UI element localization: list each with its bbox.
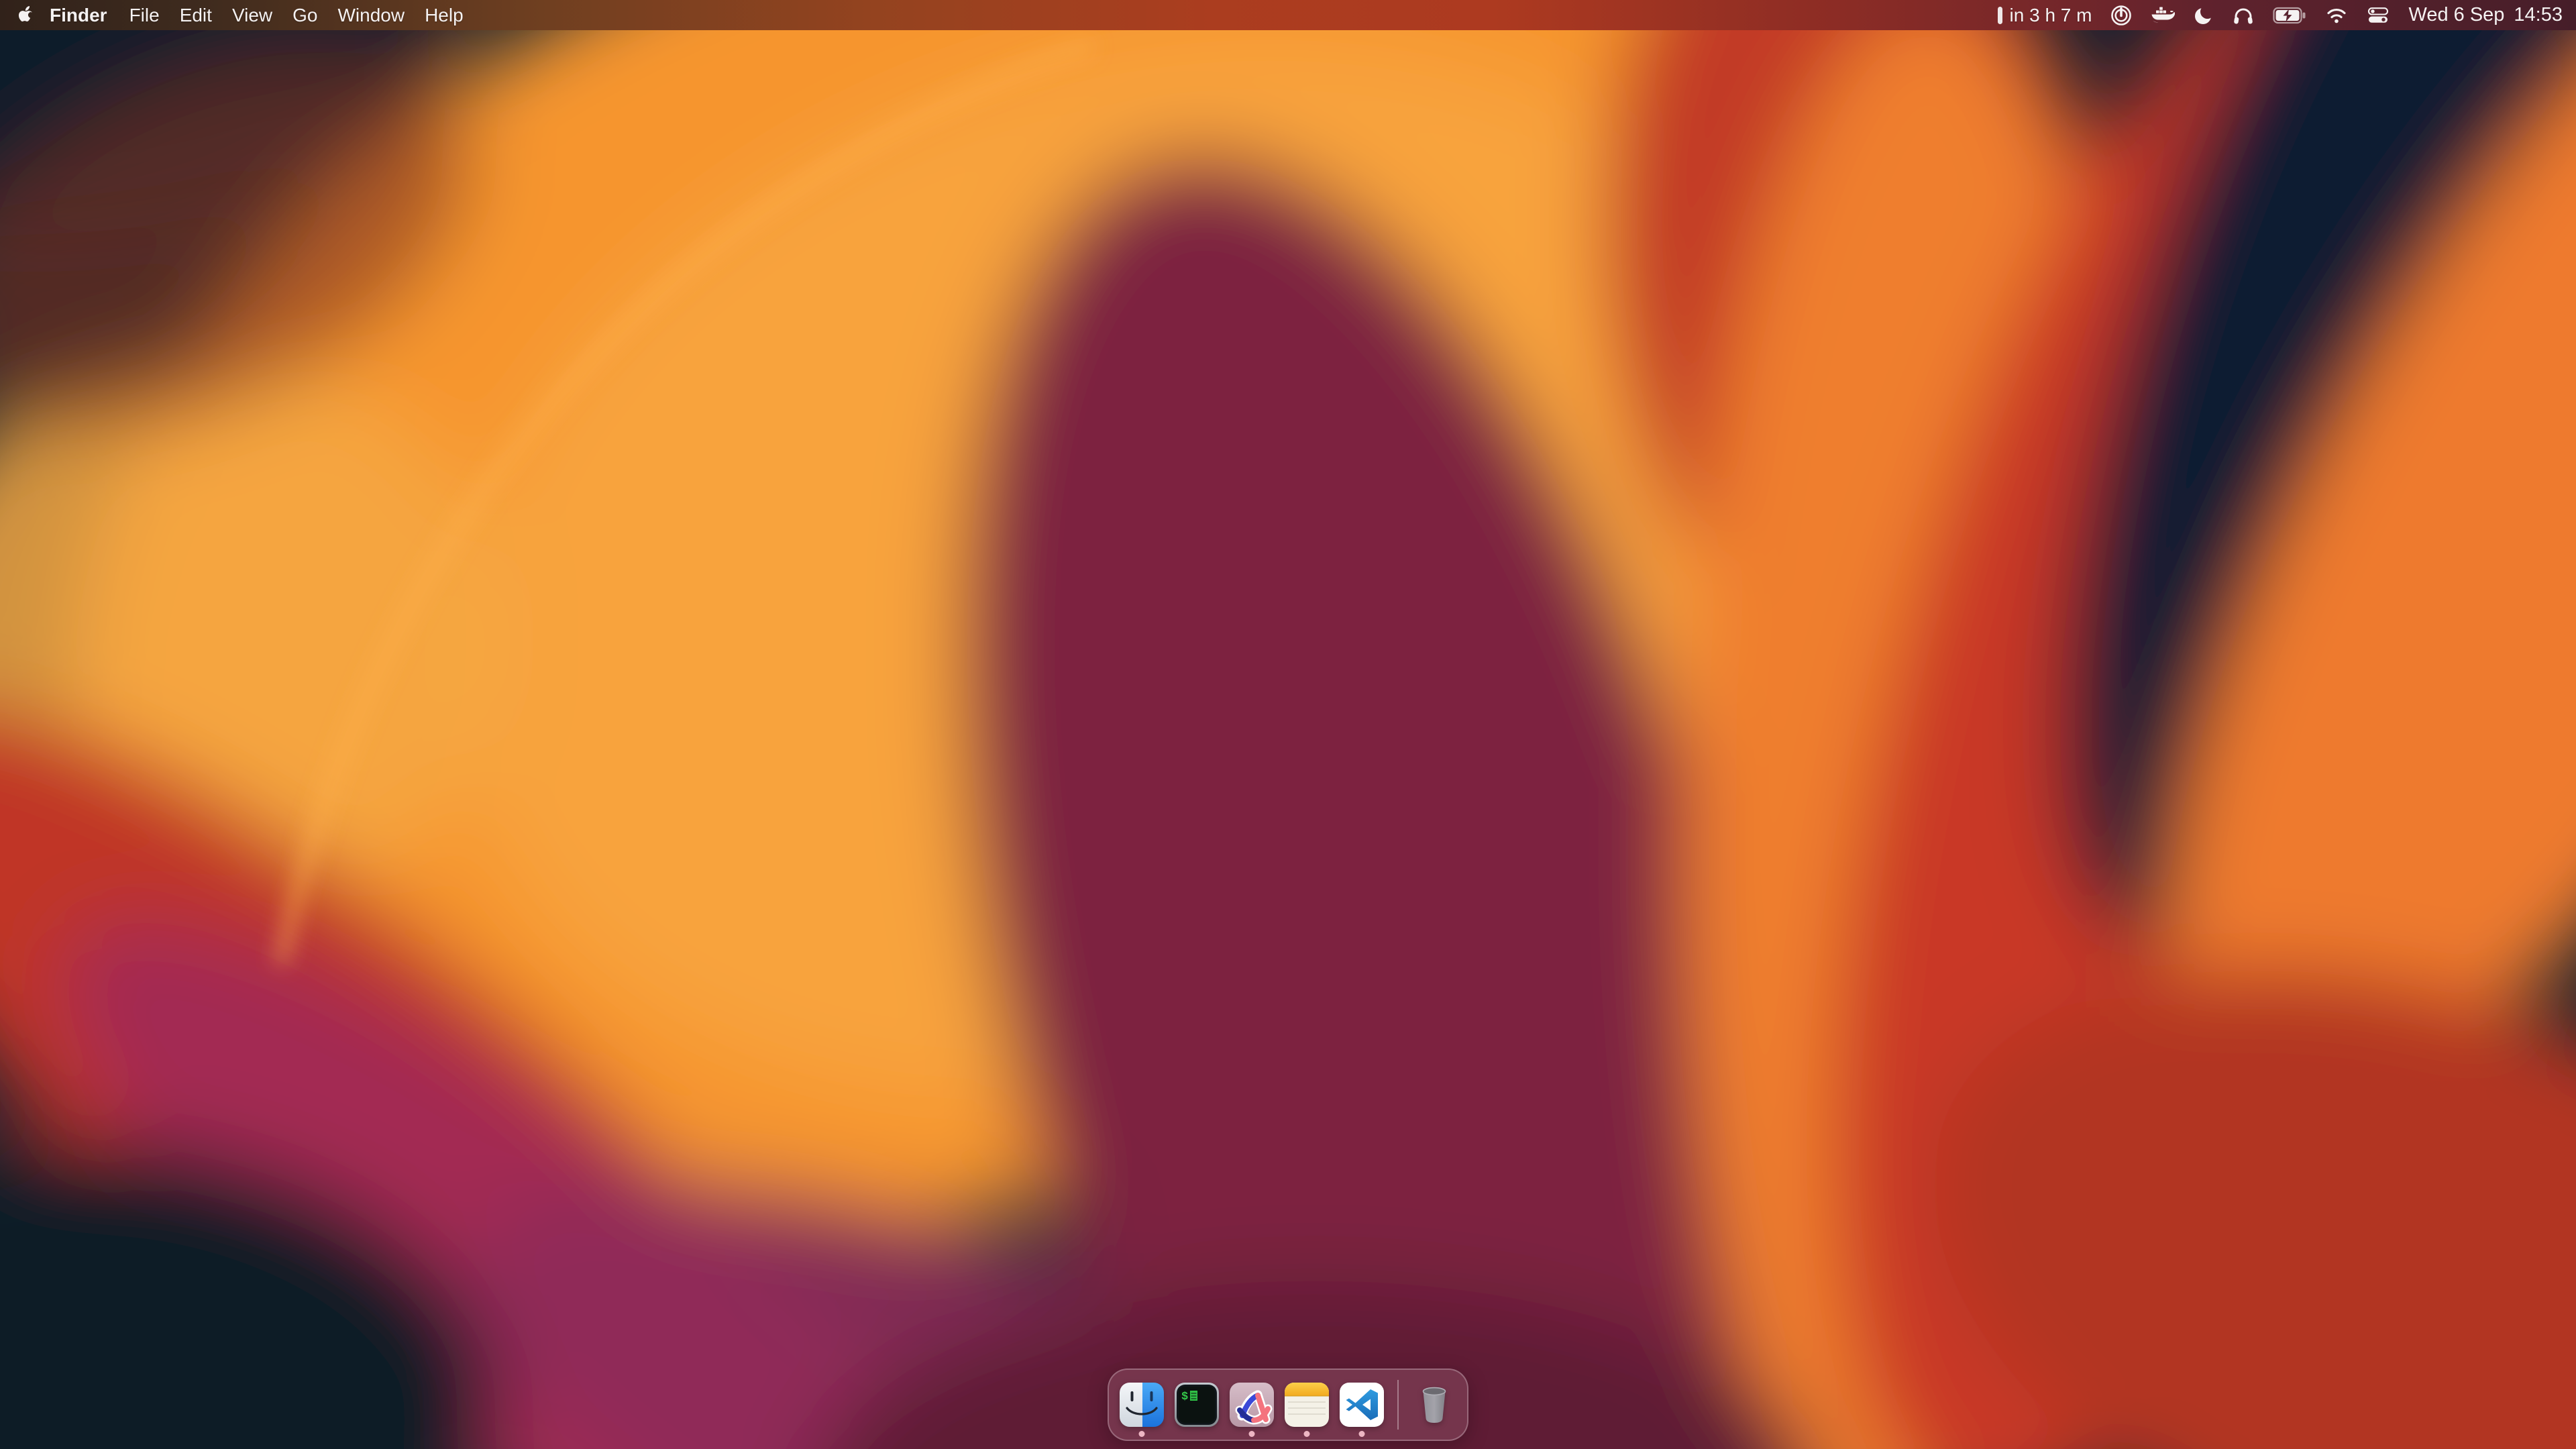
svg-text:$: $ (1181, 1391, 1188, 1403)
notes-icon (1285, 1383, 1329, 1427)
status-sound-output[interactable] (2233, 5, 2254, 25)
menu-view[interactable]: View (222, 0, 282, 30)
desktop: Finder File Edit View Go Window Help in … (0, 0, 2576, 1449)
running-indicator (1359, 1431, 1365, 1437)
wifi-icon (2325, 7, 2348, 24)
status-wifi[interactable] (2325, 7, 2348, 24)
running-indicator (1139, 1431, 1145, 1437)
docker-whale-icon (2151, 5, 2175, 25)
dock-item-notes[interactable] (1285, 1383, 1329, 1427)
dock-item-arc-browser[interactable] (1230, 1383, 1274, 1427)
vertical-progress-bar-icon (1997, 5, 2003, 25)
dock: $ (1108, 1368, 1468, 1441)
menu-bar: Finder File Edit View Go Window Help in … (0, 0, 2576, 30)
trash-icon (1412, 1383, 1456, 1427)
menu-bar-left: Finder File Edit View Go Window Help (0, 0, 474, 30)
battery-charging-icon (2273, 7, 2306, 24)
ventura-wallpaper (0, 0, 2576, 1449)
headphones-icon (2233, 5, 2254, 25)
running-indicator (1304, 1431, 1310, 1437)
finder-icon (1120, 1383, 1164, 1427)
clock-time: 14:53 (2514, 4, 2563, 26)
status-focus[interactable] (2194, 5, 2214, 25)
apple-logo-icon (17, 6, 34, 25)
menu-bar-status: in 3 h 7 m (1997, 4, 2576, 26)
dock-item-vscode[interactable] (1340, 1383, 1384, 1427)
control-center-icon (2367, 7, 2390, 24)
status-timer[interactable]: in 3 h 7 m (1997, 5, 2092, 26)
status-docker[interactable] (2151, 5, 2175, 25)
power-circle-icon (2110, 5, 2132, 26)
menu-bar-clock[interactable]: Wed 6 Sep 14:53 (2408, 4, 2563, 26)
status-power-circle[interactable] (2110, 5, 2132, 26)
running-indicator (1249, 1431, 1255, 1437)
apple-menu[interactable] (17, 6, 34, 25)
status-battery[interactable] (2273, 7, 2306, 24)
clock-date: Wed 6 Sep (2408, 4, 2504, 26)
menu-file[interactable]: File (119, 0, 170, 30)
dock-item-finder[interactable] (1120, 1383, 1164, 1427)
menu-edit[interactable]: Edit (170, 0, 222, 30)
dock-separator (1397, 1380, 1399, 1430)
menu-help[interactable]: Help (415, 0, 474, 30)
arc-browser-icon (1230, 1383, 1274, 1427)
status-control-center[interactable] (2367, 7, 2390, 24)
vscode-icon (1340, 1383, 1384, 1427)
terminal-icon: $ (1175, 1383, 1219, 1427)
menu-go[interactable]: Go (282, 0, 327, 30)
moon-focus-icon (2194, 5, 2214, 25)
timer-countdown-text: in 3 h 7 m (2010, 5, 2092, 26)
menu-active-app[interactable]: Finder (38, 0, 119, 30)
dock-item-terminal[interactable]: $ (1175, 1383, 1219, 1427)
menu-window[interactable]: Window (327, 0, 415, 30)
dock-item-trash[interactable] (1412, 1383, 1456, 1427)
